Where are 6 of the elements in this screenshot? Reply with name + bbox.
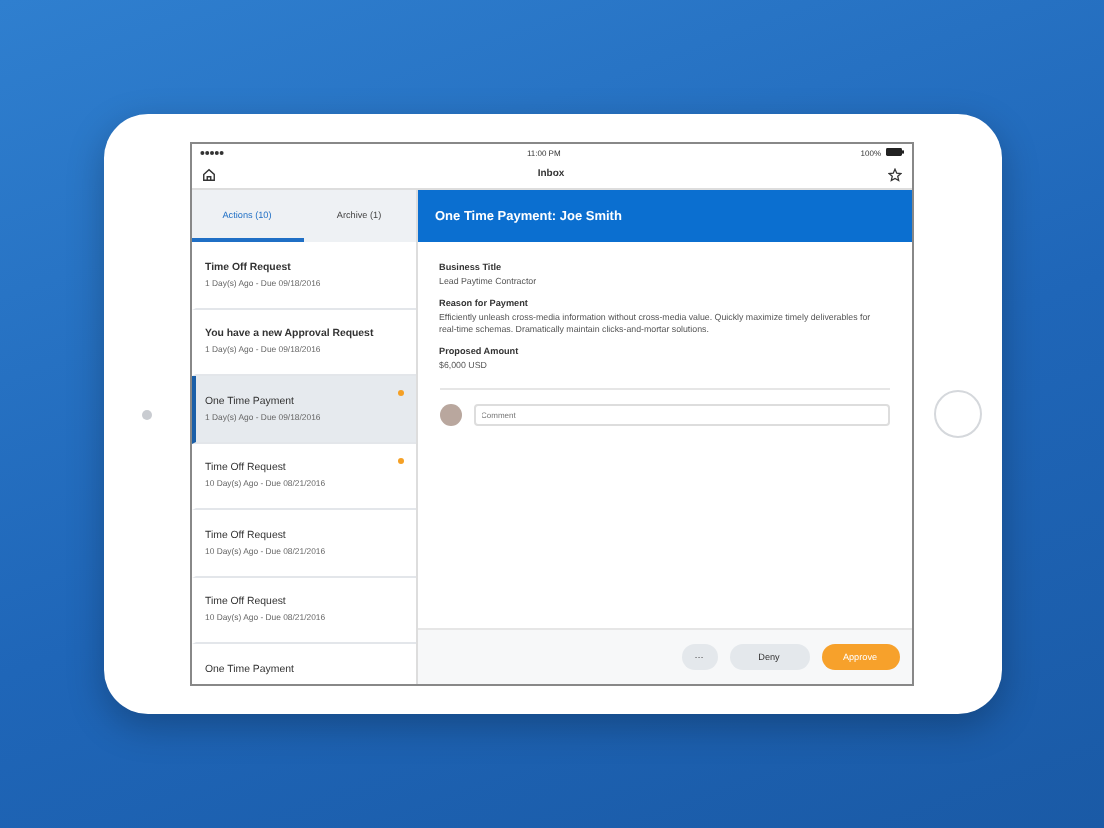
signal-icon bbox=[199, 149, 227, 155]
home-icon[interactable] bbox=[201, 167, 215, 181]
camera-dot bbox=[141, 409, 151, 419]
avatar-placeholder bbox=[439, 403, 461, 426]
star-icon[interactable] bbox=[887, 167, 901, 181]
battery-icon bbox=[885, 148, 903, 156]
